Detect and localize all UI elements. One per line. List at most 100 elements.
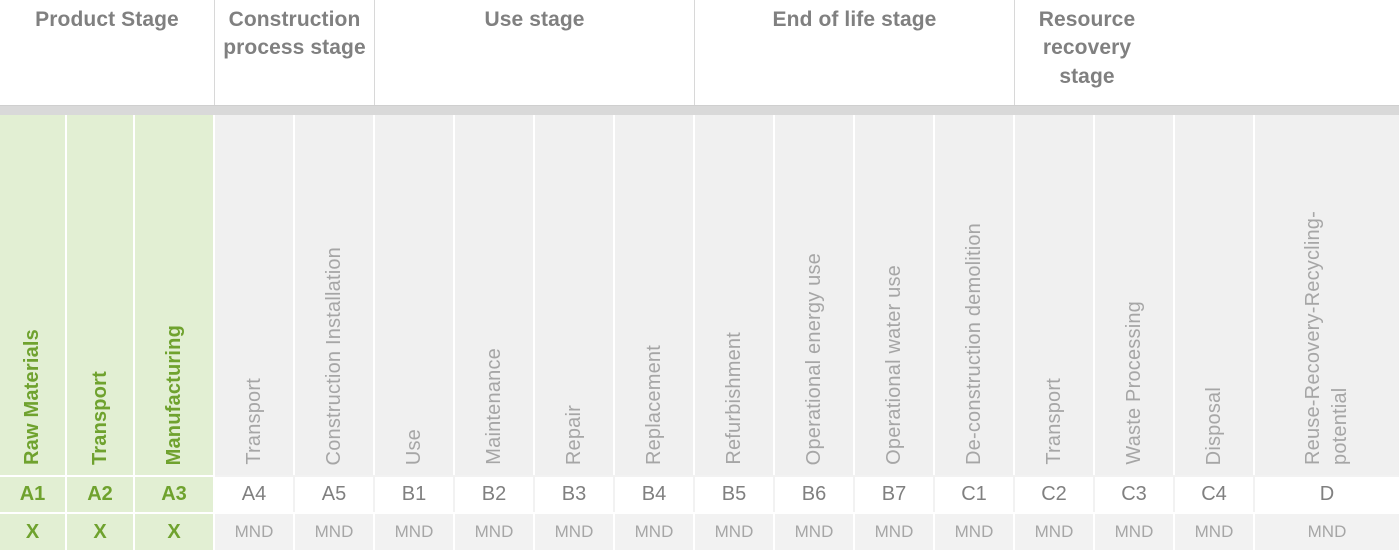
module-name-wrapper: Transport [1015,378,1093,465]
stage-group-label: End of life stage [772,8,937,31]
module-name-wrapper: Construction Installation [295,247,373,465]
stage-group-header: Resource recovery stage [1015,0,1159,105]
module-code-cell: B2 [455,475,535,512]
module-name-cell: Transport [67,115,135,475]
module-name-label: Raw Materials [21,329,43,465]
module-name-cell: Replacement [615,115,695,475]
module-code-cell: A1 [0,475,67,512]
module-name-wrapper: Refurbishment [695,332,773,465]
module-name-cell: Raw Materials [0,115,67,475]
module-name-wrapper: Operational water use [855,265,933,465]
module-name-wrapper: Use [375,429,453,465]
module-name-label: Waste Processing [1122,301,1145,465]
module-declaration-cell: MND [615,512,695,550]
module-name-wrapper: Waste Processing [1095,301,1173,465]
stage-group-label: Product Stage [35,8,179,31]
module-name-cell: Maintenance [455,115,535,475]
module-name-cell: Construction Installation [295,115,375,475]
module-name-wrapper: Replacement [615,345,693,465]
module-name-label: Replacement [642,344,665,465]
module-name-label: Refurbishment [722,332,745,465]
module-name-wrapper: Disposal [1175,387,1253,465]
stage-group-label: Resource recovery stage [1038,8,1136,88]
stage-group-header: Construction process stage [215,0,375,105]
module-code-cell: C3 [1095,475,1175,512]
module-code-cell: A3 [135,475,215,512]
module-name-cell: Transport [1015,115,1095,475]
module-name-cell: Repair [535,115,615,475]
stage-group-header: End of life stage [695,0,1015,105]
module-declaration-cell: MND [855,512,935,550]
module-declaration-cell: MND [375,512,455,550]
stage-group-label: Construction process stage [223,8,366,60]
stage-group-label: Use stage [484,8,585,31]
module-name-label: Reuse-Recovery-Recycling-potential [1302,211,1351,465]
module-name-label: Use [402,428,425,465]
module-code-cell: B7 [855,475,935,512]
module-name-cell: Operational water use [855,115,935,475]
module-code-cell: C4 [1175,475,1255,512]
module-code-cell: A2 [67,475,135,512]
module-declaration-cell: MND [775,512,855,550]
module-name-wrapper: Transport [215,378,293,465]
module-code-cell: B5 [695,475,775,512]
module-declaration-cell: MND [535,512,615,550]
module-name-wrapper: Operational energy use [775,253,853,465]
module-code-row: A1 A2 A3 A4 A5 B1 B2 B3 B4 B5 B6 B7 C1 C2 C3 C4 D [0,475,1399,512]
module-name-cell: Transport [215,115,295,475]
module-declaration-cell: MND [215,512,295,550]
header-body-separator [0,106,1399,115]
module-name-label: Manufacturing [162,324,185,465]
module-name-cell: Manufacturing [135,115,215,475]
lca-modules-table: Product Stage Construction process stage U… [0,0,1399,550]
module-code-cell: C1 [935,475,1015,512]
module-code-cell: B4 [615,475,695,512]
module-name-label: Construction Installation [322,246,345,465]
module-name-label: Transport [1042,378,1065,465]
module-code-cell: B1 [375,475,455,512]
module-name-wrapper: Transport [67,371,133,465]
module-name-wrapper: Maintenance [455,348,533,465]
module-name-label: Maintenance [482,348,505,465]
module-declaration-cell: X [67,512,135,550]
module-declaration-cell: MND [1095,512,1175,550]
module-name-cell: Use [375,115,455,475]
module-code-cell: D [1255,475,1399,512]
module-name-label: Operational energy use [802,252,825,465]
module-name-wrapper: De-construction demolition [935,223,1013,465]
stage-group-header-row: Product Stage Construction process stage U… [0,0,1399,106]
module-name-label: Operational water use [882,265,905,465]
module-name-cell: Reuse-Recovery-Recycling-potential [1255,115,1399,475]
module-declaration-row: X X X MND MND MND MND MND MND MND MND MND MND MND MND M… [0,512,1399,550]
module-name-cell: Disposal [1175,115,1255,475]
module-name-cell: Refurbishment [695,115,775,475]
module-name-row: Raw Materials Transport Manufacturing Trans… [0,115,1399,475]
module-name-cell: Waste Processing [1095,115,1175,475]
module-name-label: Disposal [1202,386,1225,465]
module-name-label: De-construction demolition [962,223,985,465]
module-declaration-cell: MND [455,512,535,550]
module-name-cell: Operational energy use [775,115,855,475]
stage-group-header: Product Stage [0,0,215,105]
module-name-wrapper: Raw Materials [0,329,65,465]
module-declaration-cell: MND [1255,512,1399,550]
module-name-cell: De-construction demolition [935,115,1015,475]
module-code-cell: B6 [775,475,855,512]
module-name-wrapper: Repair [535,405,613,465]
module-name-wrapper: Reuse-Recovery-Recycling-potential [1255,145,1399,465]
module-name-label: Transport [242,378,265,465]
module-code-cell: B3 [535,475,615,512]
module-name-label: Transport [88,370,111,465]
module-code-cell: A4 [215,475,295,512]
module-declaration-cell: MND [295,512,375,550]
module-declaration-cell: MND [695,512,775,550]
module-declaration-cell: MND [1015,512,1095,550]
module-name-label: Repair [562,404,585,465]
module-code-cell: A5 [295,475,375,512]
stage-group-header: Use stage [375,0,695,105]
module-declaration-cell: X [135,512,215,550]
module-name-wrapper: Manufacturing [135,325,213,465]
module-code-cell: C2 [1015,475,1095,512]
module-declaration-cell: MND [935,512,1015,550]
module-declaration-cell: MND [1175,512,1255,550]
